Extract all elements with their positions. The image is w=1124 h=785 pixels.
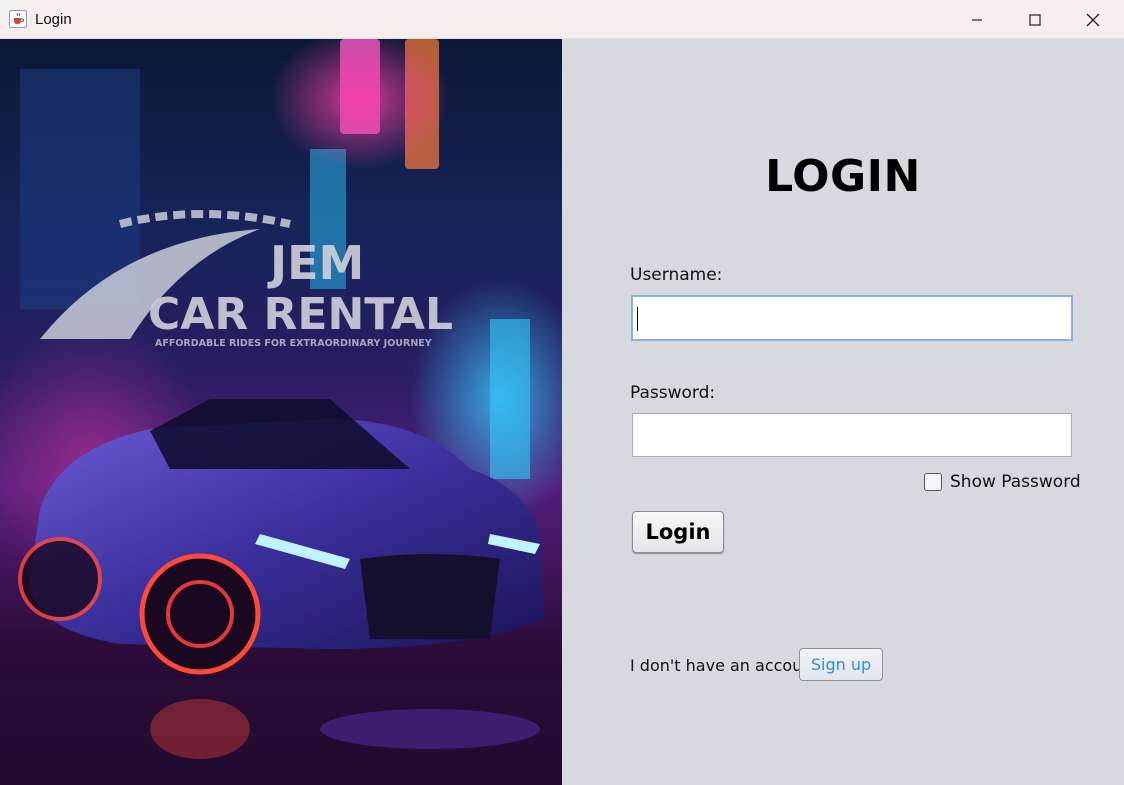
- signup-button[interactable]: Sign up: [799, 648, 883, 681]
- username-label: Username:: [630, 265, 723, 285]
- password-input[interactable]: [632, 413, 1072, 457]
- logo-text-car-rental: CAR RENTAL: [148, 289, 453, 340]
- login-form-panel: LOGIN Username: Password: Show Password …: [562, 39, 1124, 785]
- minimize-icon: [972, 18, 982, 21]
- title-bar: Login: [0, 0, 1124, 39]
- page-title: LOGIN: [765, 151, 921, 202]
- logo-tagline: AFFORDABLE RIDES FOR EXTRAORDINARY JOURN…: [155, 338, 432, 349]
- neon-car-illustration: JEM CAR RENTAL AFFORDABLE RIDES FOR EXTR…: [0, 39, 562, 785]
- maximize-icon: [1029, 13, 1041, 26]
- close-icon: [1086, 13, 1100, 26]
- password-label: Password:: [630, 383, 716, 403]
- text-caret: [637, 307, 638, 331]
- java-cup-icon: [9, 10, 27, 28]
- no-account-text: I don't have an account: [630, 656, 819, 675]
- show-password-toggle[interactable]: Show Password: [924, 472, 1081, 492]
- logo-text-jem: JEM: [267, 236, 364, 290]
- maximize-button[interactable]: [1006, 0, 1064, 39]
- username-input[interactable]: [631, 295, 1073, 341]
- show-password-checkbox[interactable]: [924, 473, 942, 491]
- banner-image: JEM CAR RENTAL AFFORDABLE RIDES FOR EXTR…: [0, 39, 562, 785]
- minimize-button[interactable]: [948, 0, 1006, 39]
- window-title: Login: [35, 11, 72, 28]
- close-button[interactable]: [1064, 0, 1122, 39]
- login-button[interactable]: Login: [632, 511, 724, 553]
- show-password-label: Show Password: [950, 472, 1081, 492]
